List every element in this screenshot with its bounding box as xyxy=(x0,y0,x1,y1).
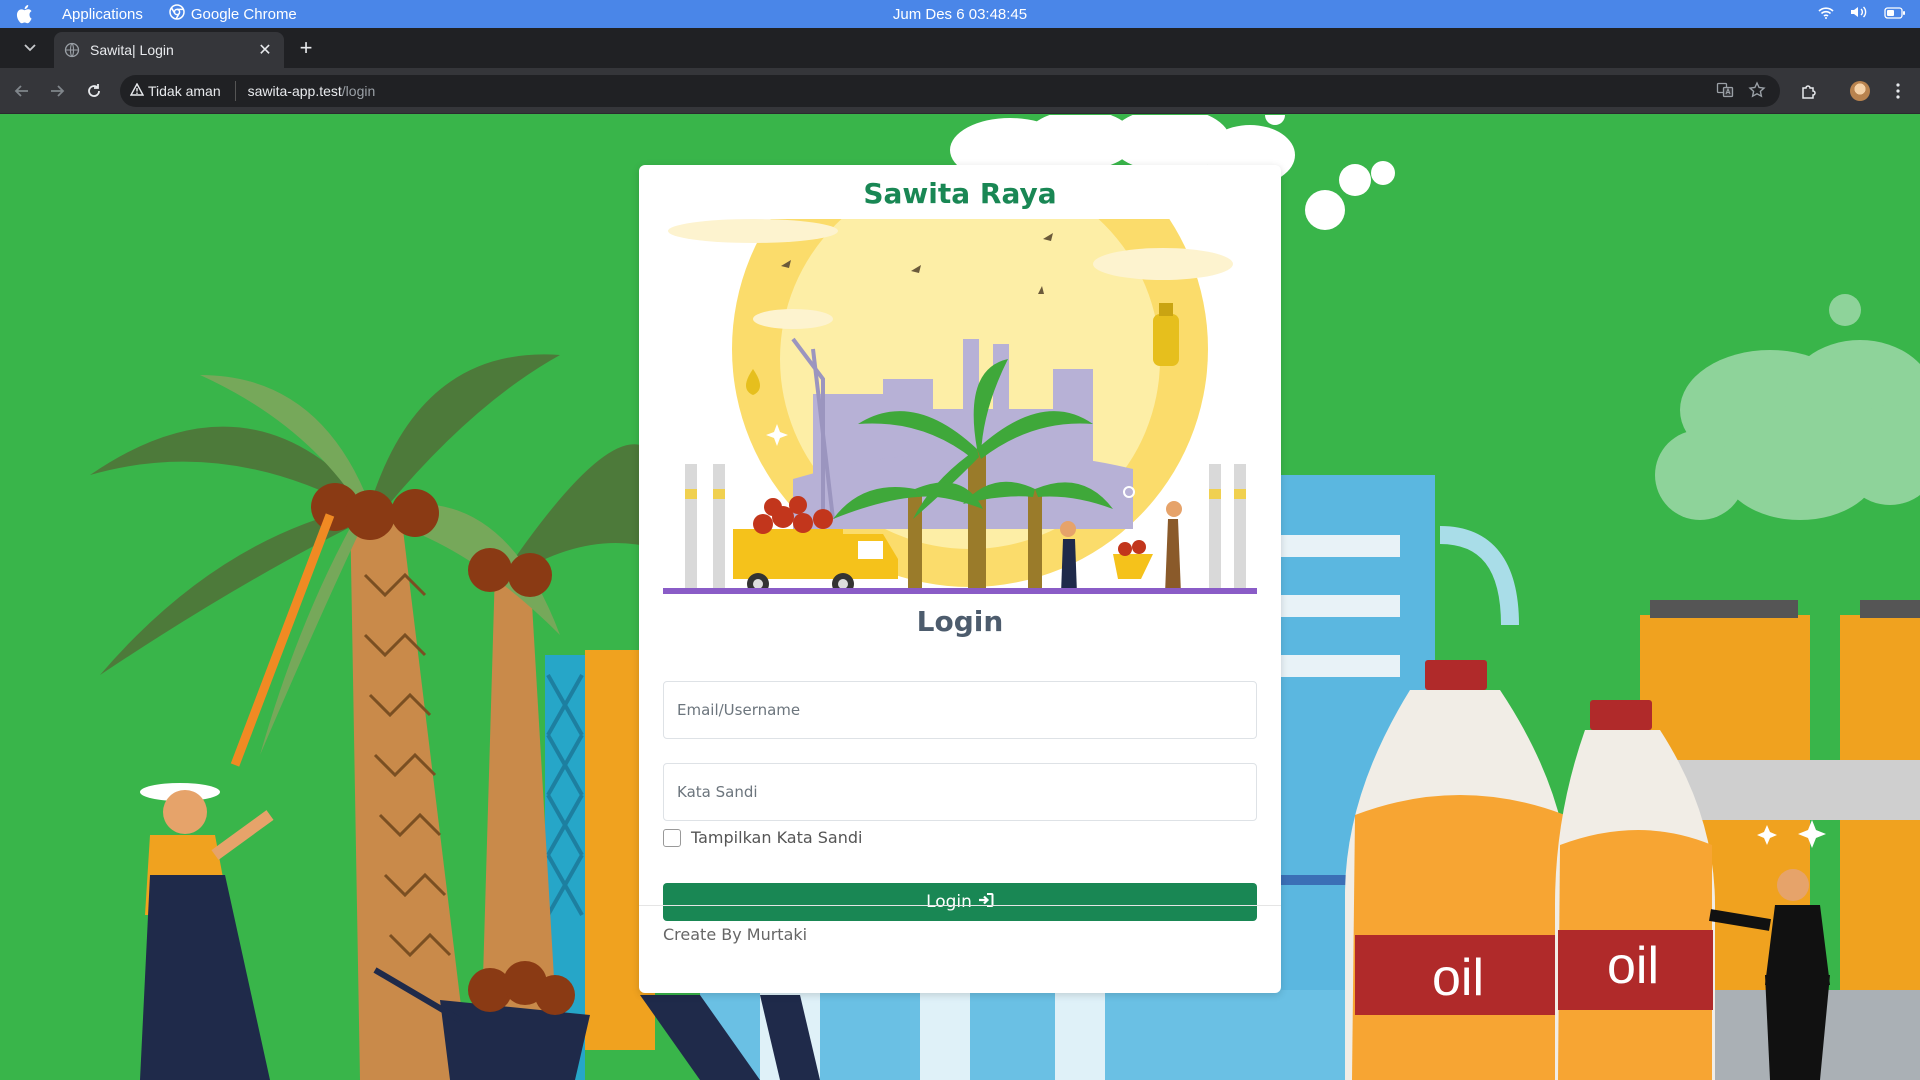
status-icons xyxy=(1818,0,1906,28)
bottle-label-right: oil xyxy=(1607,937,1659,995)
sign-in-icon xyxy=(978,892,994,913)
apple-icon[interactable] xyxy=(14,3,36,25)
translate-icon[interactable] xyxy=(1716,81,1734,102)
extensions-puzzle-icon[interactable] xyxy=(1797,79,1821,103)
address-bar[interactable]: Tidak aman sawita-app.test/login xyxy=(120,75,1780,107)
battery-icon[interactable] xyxy=(1884,6,1906,23)
login-button[interactable]: Login xyxy=(663,883,1257,921)
globe-icon xyxy=(64,42,80,58)
new-tab-plus-icon[interactable]: + xyxy=(292,34,320,62)
login-card: Sawita Raya Login Email/Username Tampilk… xyxy=(639,165,1281,993)
reload-icon[interactable] xyxy=(82,79,106,103)
show-password-label: Tampilkan Kata Sandi xyxy=(691,828,863,847)
chrome-icon xyxy=(169,4,185,24)
footer-credit: Create By Murtaki xyxy=(663,925,808,944)
chrome-label: Google Chrome xyxy=(190,5,297,23)
omnibox-actions xyxy=(1716,81,1766,102)
profile-avatar[interactable] xyxy=(1850,81,1870,101)
chrome-menu[interactable]: Google Chrome xyxy=(169,4,297,24)
tab-title: Sawita| Login xyxy=(90,42,174,58)
warning-triangle-icon xyxy=(129,82,145,99)
email-username-input[interactable] xyxy=(663,681,1257,739)
close-tab-icon[interactable]: ✕ xyxy=(256,41,274,59)
tab-strip: Sawita| Login ✕ + xyxy=(0,28,1920,68)
bottle-label-left: oil xyxy=(1432,949,1484,1007)
hero-illustration xyxy=(663,219,1257,594)
browser-toolbar: Tidak aman sawita-app.test/login xyxy=(0,68,1920,114)
page-viewport: oil oil Sawita Raya Login Email/Username… xyxy=(0,115,1920,1080)
applications-menu[interactable]: Applications xyxy=(62,6,143,23)
tab-sawita-login[interactable]: Sawita| Login ✕ xyxy=(54,32,284,68)
password-input[interactable] xyxy=(663,763,1257,821)
url-host: sawita-app.test xyxy=(247,83,342,99)
bookmark-star-icon[interactable] xyxy=(1748,81,1766,102)
show-password-checkbox[interactable] xyxy=(663,828,681,847)
security-indicator[interactable]: Tidak aman xyxy=(129,81,236,101)
forward-arrow-icon[interactable] xyxy=(45,79,69,103)
login-button-label: Login xyxy=(926,892,972,912)
url-path: /login xyxy=(341,83,376,99)
volume-icon[interactable] xyxy=(1850,5,1868,23)
card-divider xyxy=(639,905,1281,906)
login-heading: Login xyxy=(916,605,1004,638)
applications-label: Applications xyxy=(62,5,143,23)
security-label: Tidak aman xyxy=(148,83,221,99)
macos-menubar: Applications Google Chrome Jum Des 6 03:… xyxy=(0,0,1920,28)
show-password-toggle[interactable]: Tampilkan Kata Sandi xyxy=(663,828,862,847)
more-vertical-icon[interactable] xyxy=(1886,79,1910,103)
tab-search-chevron-icon[interactable] xyxy=(18,36,42,60)
brand-title: Sawita Raya xyxy=(863,177,1057,210)
back-arrow-icon[interactable] xyxy=(10,79,34,103)
wifi-icon[interactable] xyxy=(1818,6,1834,23)
